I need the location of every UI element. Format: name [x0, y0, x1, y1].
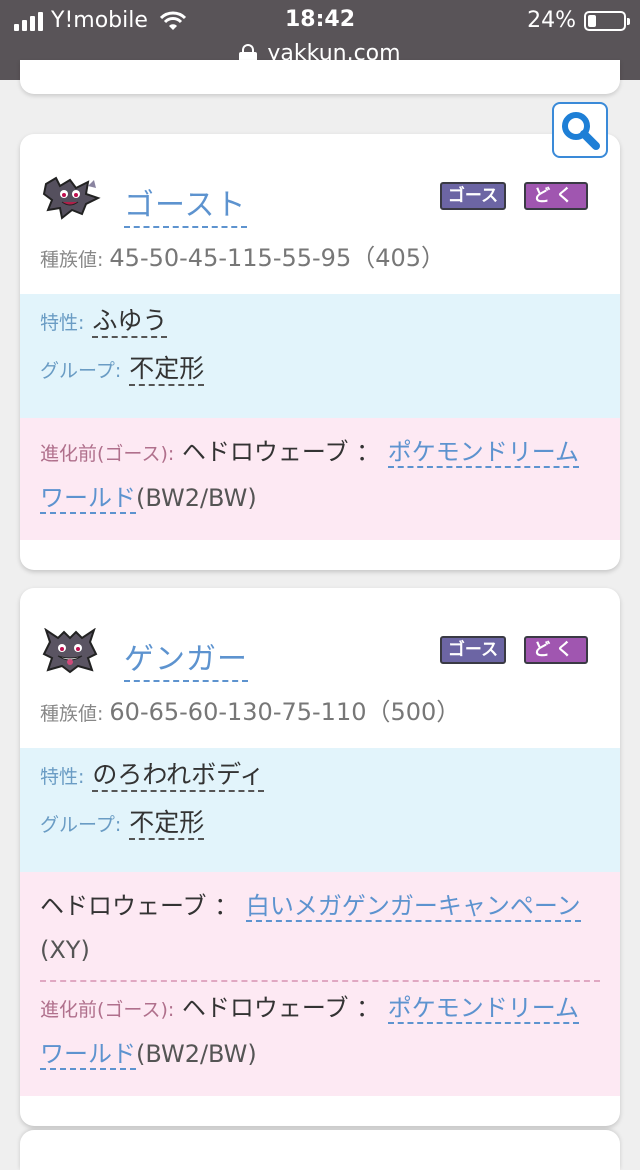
ability-link[interactable]: のろわれボディ [92, 760, 265, 792]
base-stats: 種族値: 60-65-60-130-75-110（500） [40, 692, 460, 727]
move-divider [40, 980, 600, 982]
haunter-sprite-icon [42, 176, 101, 220]
previous-card [20, 60, 620, 94]
game-version: (BW2/BW) [136, 1040, 257, 1068]
move-name: ヘドロウェーブ ： [181, 438, 381, 466]
base-stats-value: 45-50-45-115-55-95（405） [109, 244, 446, 272]
base-stats-label: 種族値: [40, 703, 104, 725]
battery-icon [584, 10, 630, 31]
pokemon-name-link[interactable]: ゲンガー [124, 634, 248, 682]
ability-label: 特性: [40, 766, 85, 788]
ability-link[interactable]: ふゆう [92, 306, 168, 338]
move-source-section: ヘドロウェーブ ： 白いメガゲンガーキャンペーン (XY) 進化前(ゴース): … [20, 872, 620, 1096]
ability-label: 特性: [40, 312, 85, 334]
magnifier-icon [562, 112, 600, 150]
pre-evolution-label: 進化前(ゴース): [40, 443, 175, 465]
base-stats-label: 種族値: [40, 249, 104, 271]
move-name: ヘドロウェーブ ： [181, 994, 381, 1022]
egg-group-link[interactable]: 不定形 [129, 808, 205, 840]
event-link[interactable]: 白いメガゲンガーキャンペーン [245, 892, 581, 922]
pokemon-card: ゴースト ゴースト どく 種族値: 45-50-45-115-55-95（405）… [20, 134, 620, 570]
base-stats: 種族値: 45-50-45-115-55-95（405） [40, 238, 445, 273]
battery-percent: 24% [527, 8, 576, 33]
egg-group-link[interactable]: 不定形 [129, 354, 205, 386]
pokemon-name-link[interactable]: ゴースト [124, 180, 247, 228]
pre-evolution-label: 進化前(ゴース): [40, 999, 175, 1021]
type-badge-poison[interactable]: どく [524, 636, 588, 664]
event-link[interactable]: ポケモンドリーム [387, 994, 580, 1024]
egg-group-label: グループ: [40, 814, 122, 836]
move-source-section: 進化前(ゴース): ヘドロウェーブ ： ポケモンドリーム ワールド(BW2/BW… [20, 418, 620, 540]
game-version: (BW2/BW) [136, 484, 257, 512]
info-section: 特性: のろわれボディ グループ: 不定形 [20, 748, 620, 872]
base-stats-value: 60-65-60-130-75-110（500） [109, 698, 461, 726]
battery-info: 24% [527, 8, 630, 33]
type-badge-ghost[interactable]: ゴースト [440, 636, 506, 684]
move-name: ヘドロウェーブ ： [40, 892, 239, 920]
search-button[interactable] [552, 102, 608, 158]
event-link-cont[interactable]: ワールド [40, 1040, 136, 1070]
game-version: (XY) [40, 936, 90, 964]
gengar-sprite-icon [42, 628, 98, 674]
pokemon-card: ゲンガー ゴースト どく 種族値: 60-65-60-130-75-110（500… [20, 588, 620, 1126]
type-badge-poison[interactable]: どく [524, 182, 588, 210]
egg-group-label: グループ: [40, 360, 122, 382]
next-card [20, 1130, 620, 1170]
event-link-cont[interactable]: ワールド [40, 484, 136, 514]
info-section: 特性: ふゆう グループ: 不定形 [20, 294, 620, 418]
type-badge-ghost[interactable]: ゴースト [440, 182, 506, 230]
event-link[interactable]: ポケモンドリーム [387, 438, 580, 468]
